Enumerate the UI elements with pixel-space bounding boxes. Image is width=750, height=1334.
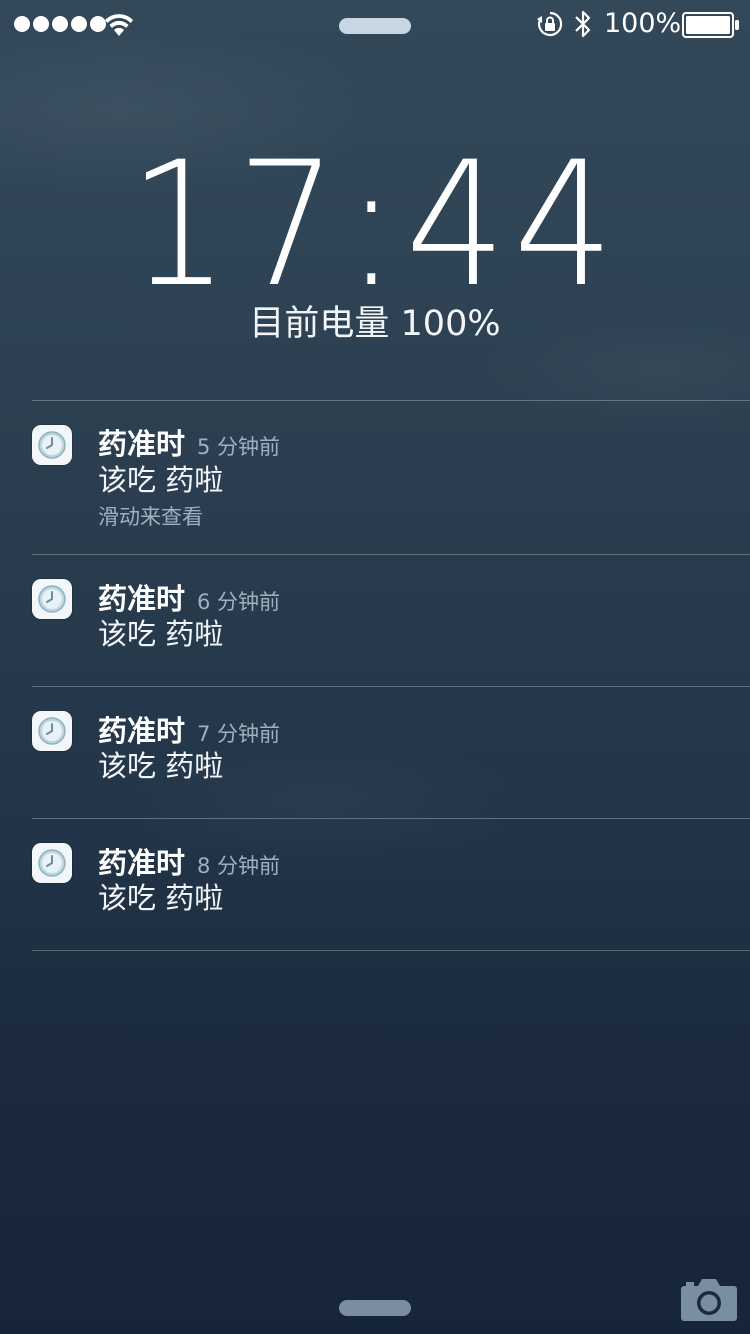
notification-item[interactable]: 药准时 6 分钟前 该吃 药啦 — [32, 555, 750, 686]
notification-time: 5 分钟前 — [197, 435, 281, 459]
clock-icon — [38, 849, 66, 877]
clock-icon — [38, 717, 66, 745]
notification-center-grabber[interactable] — [339, 18, 411, 34]
wifi-icon — [105, 14, 133, 36]
notification-title: 药准时 7 分钟前 — [98, 713, 280, 752]
notification-time: 6 分钟前 — [197, 590, 281, 614]
bluetooth-icon — [575, 10, 591, 38]
notification-title: 药准时 6 分钟前 — [98, 581, 280, 620]
app-icon-clock — [32, 843, 72, 883]
notification-app-name: 药准时 — [98, 714, 186, 748]
notification-time: 8 分钟前 — [197, 854, 281, 878]
clock-icon — [38, 431, 66, 459]
notification-message: 该吃 药啦 — [98, 463, 224, 497]
status-bar: 100% — [0, 0, 750, 48]
notification-app-name: 药准时 — [98, 427, 186, 461]
notification-item[interactable]: 药准时 5 分钟前 该吃 药啦 滑动来查看 — [32, 401, 750, 554]
battery-percentage: 100% — [604, 8, 682, 39]
control-center-grabber[interactable] — [339, 1300, 411, 1316]
notification-title: 药准时 5 分钟前 — [98, 426, 280, 465]
clock-icon — [38, 585, 66, 613]
notification-message: 该吃 药啦 — [98, 749, 224, 783]
lock-screen-clock: 17:44 — [30, 139, 720, 311]
notification-app-name: 药准时 — [98, 846, 186, 880]
app-icon-clock — [32, 425, 72, 465]
divider — [32, 950, 750, 951]
notification-item[interactable]: 药准时 7 分钟前 该吃 药啦 — [32, 687, 750, 818]
notification-time: 7 分钟前 — [197, 722, 281, 746]
notification-list: 药准时 5 分钟前 该吃 药啦 滑动来查看 药准时 6 分钟前 该吃 药啦 药准… — [32, 400, 750, 951]
rotation-lock-icon — [537, 11, 563, 37]
notification-title: 药准时 8 分钟前 — [98, 845, 280, 884]
app-icon-clock — [32, 579, 72, 619]
notification-app-name: 药准时 — [98, 582, 186, 616]
notification-hint: 滑动来查看 — [98, 505, 203, 529]
app-icon-clock — [32, 711, 72, 751]
clock-time: 17:44 — [128, 124, 622, 325]
signal-strength-icon — [14, 16, 106, 32]
notification-message: 该吃 药啦 — [98, 881, 224, 915]
notification-message: 该吃 药啦 — [98, 617, 224, 651]
notification-item[interactable]: 药准时 8 分钟前 该吃 药啦 — [32, 819, 750, 950]
battery-icon — [682, 12, 739, 38]
camera-icon[interactable] — [680, 1276, 738, 1322]
charge-status: 目前电量 100% — [249, 304, 501, 344]
